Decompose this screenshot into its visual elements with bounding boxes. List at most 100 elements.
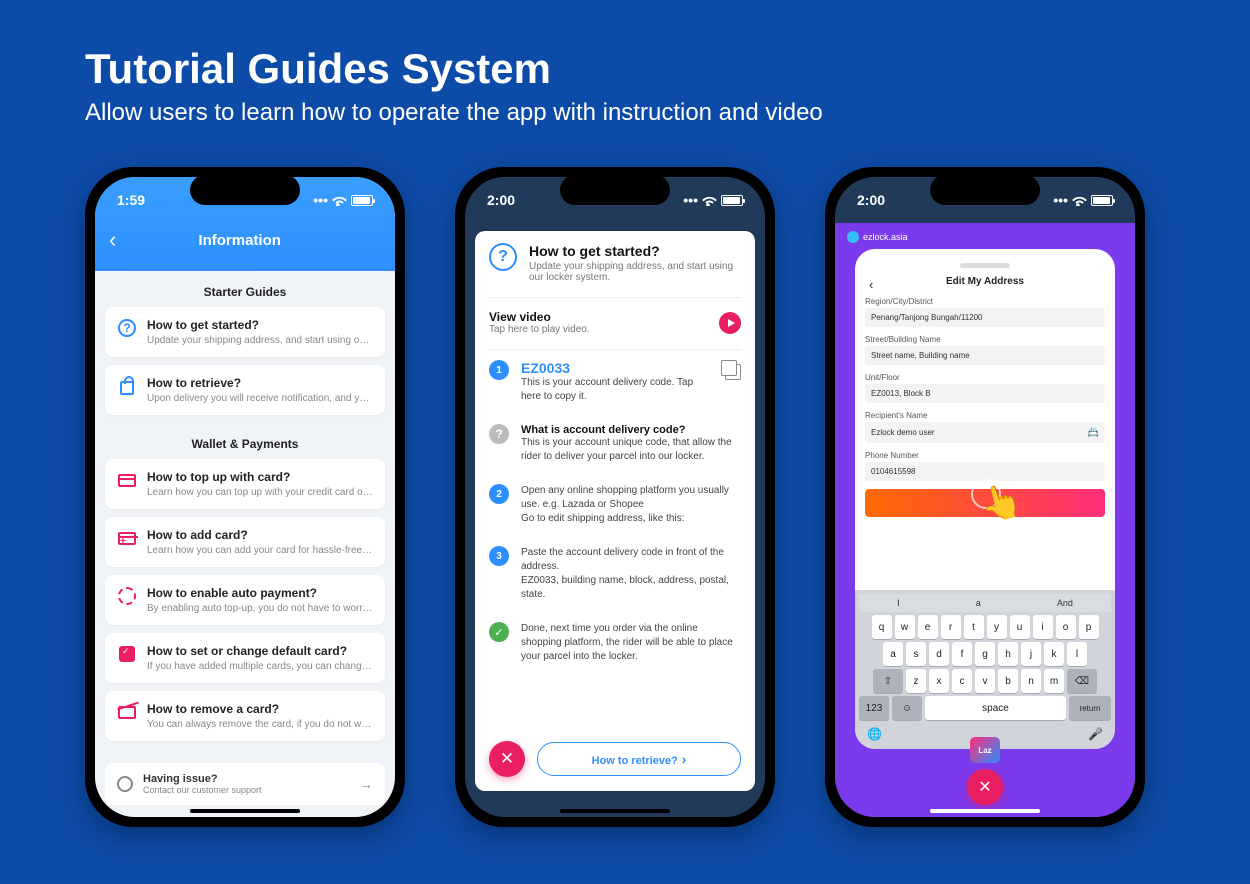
suggestion[interactable]: a — [976, 598, 981, 608]
footer-desc: Contact our customer support — [143, 785, 349, 795]
step-2: 2 Open any online shopping platform you … — [489, 474, 741, 536]
key-r[interactable]: r — [941, 615, 961, 639]
keyboard-row: 123 ☺ space return — [859, 696, 1111, 720]
key-f[interactable]: f — [952, 642, 972, 666]
key-v[interactable]: v — [975, 669, 995, 693]
info-what-is-code: ? What is account delivery code? This is… — [489, 414, 741, 474]
emoji-key[interactable]: ☺ — [892, 696, 922, 720]
field-label: Unit/Floor — [865, 373, 1105, 382]
name-field[interactable]: Ezlock demo user📇 — [865, 422, 1105, 443]
key-n[interactable]: n — [1021, 669, 1041, 693]
cellular-icon — [313, 192, 328, 208]
key-w[interactable]: w — [895, 615, 915, 639]
step-3: 3 Paste the account delivery code in fro… — [489, 536, 741, 612]
copy-icon[interactable] — [725, 364, 741, 380]
key-i[interactable]: i — [1033, 615, 1053, 639]
submit-button[interactable]: 👆 — [865, 489, 1105, 517]
contacts-icon[interactable]: 📇 — [1088, 427, 1099, 438]
guide-remove-card[interactable]: How to remove a card?You can always remo… — [105, 691, 385, 741]
brand-label: ezlock.asia — [841, 229, 1129, 245]
question-icon: ? — [489, 424, 509, 444]
card-desc: Learn how you can add your card for hass… — [147, 545, 373, 556]
key-h[interactable]: h — [998, 642, 1018, 666]
keyboard-row: asdfghjkl — [859, 642, 1111, 666]
key-j[interactable]: j — [1021, 642, 1041, 666]
key-c[interactable]: c — [952, 669, 972, 693]
guide-auto-payment[interactable]: How to enable auto payment?By enabling a… — [105, 575, 385, 625]
step-text: Open any online shopping platform you us… — [521, 484, 741, 526]
back-button[interactable]: ‹ — [109, 227, 116, 253]
screen-title: Information — [116, 232, 363, 249]
return-key[interactable]: return — [1069, 696, 1111, 720]
key-s[interactable]: s — [906, 642, 926, 666]
card-desc: By enabling auto top-up, you do not have… — [147, 603, 373, 614]
step-text: Paste the account delivery code in front… — [521, 546, 741, 602]
key-q[interactable]: q — [872, 615, 892, 639]
region-field[interactable]: Penang/Tanjong Bungah/11200 — [865, 308, 1105, 327]
close-button[interactable] — [967, 769, 1003, 805]
card-title: How to remove a card? — [147, 702, 373, 716]
video-title: View video — [489, 310, 590, 324]
key-z[interactable]: z — [906, 669, 926, 693]
close-button[interactable] — [489, 741, 525, 777]
key-d[interactable]: d — [929, 642, 949, 666]
suggestion[interactable]: I — [897, 598, 900, 608]
view-video-row[interactable]: View video Tap here to play video. — [489, 298, 741, 350]
suggestion[interactable]: And — [1057, 598, 1073, 608]
key-t[interactable]: t — [964, 615, 984, 639]
step-number-icon: 3 — [489, 546, 509, 566]
backspace-key[interactable]: ⌫ — [1067, 669, 1097, 693]
phone-tutorial-detail: 2:00 ? How to get started? Update your s… — [455, 167, 775, 827]
step-done: ✓ Done, next time you order via the onli… — [489, 612, 741, 674]
key-g[interactable]: g — [975, 642, 995, 666]
field-label: Street/Building Name — [865, 335, 1105, 344]
info-desc: This is your account unique code, that a… — [521, 436, 741, 464]
card-desc: Learn how you can top up with your credi… — [147, 487, 373, 498]
card-desc: If you have added multiple cards, you ca… — [147, 661, 373, 672]
field-label: Recipient's Name — [865, 411, 1105, 420]
key-o[interactable]: o — [1056, 615, 1076, 639]
wifi-icon — [1072, 195, 1087, 206]
status-time: 2:00 — [487, 192, 515, 208]
key-k[interactable]: k — [1044, 642, 1064, 666]
key-u[interactable]: u — [1010, 615, 1030, 639]
guide-default-card[interactable]: How to set or change default card?If you… — [105, 633, 385, 683]
inner-back-button[interactable]: ‹ — [869, 277, 873, 292]
battery-icon — [351, 195, 373, 206]
keyboard-row: ⇧ zxcvbnm ⌫ — [859, 669, 1111, 693]
numbers-key[interactable]: 123 — [859, 696, 889, 720]
play-icon[interactable] — [719, 312, 741, 334]
key-y[interactable]: y — [987, 615, 1007, 639]
home-indicator — [190, 809, 300, 813]
step-text: This is your account delivery code. Tap … — [521, 376, 713, 404]
shift-key[interactable]: ⇧ — [873, 669, 903, 693]
check-icon — [119, 646, 135, 662]
support-footer[interactable]: Having issue? Contact our customer suppo… — [105, 763, 385, 805]
key-l[interactable]: l — [1067, 642, 1087, 666]
demo-inner-phone: ‹ Edit My Address Region/City/DistrictPe… — [855, 249, 1115, 749]
key-a[interactable]: a — [883, 642, 903, 666]
unit-field[interactable]: EZ0013, Block B — [865, 384, 1105, 403]
guide-add-card[interactable]: How to add card?Learn how you can add yo… — [105, 517, 385, 567]
guide-topup[interactable]: How to top up with card?Learn how you ca… — [105, 459, 385, 509]
globe-icon[interactable]: 🌐 — [867, 727, 882, 741]
home-indicator — [930, 809, 1040, 813]
arrow-right-icon: → — [359, 776, 373, 792]
key-x[interactable]: x — [929, 669, 949, 693]
space-key[interactable]: space — [925, 696, 1066, 720]
keyboard-suggestions[interactable]: I a And — [859, 594, 1111, 612]
street-field[interactable]: Street name, Building name — [865, 346, 1105, 365]
key-b[interactable]: b — [998, 669, 1018, 693]
notch — [930, 175, 1040, 205]
step-number-icon: 1 — [489, 360, 509, 380]
next-tutorial-button[interactable]: How to retrieve? — [537, 742, 741, 776]
key-p[interactable]: p — [1079, 615, 1099, 639]
key-m[interactable]: m — [1044, 669, 1064, 693]
key-e[interactable]: e — [918, 615, 938, 639]
guide-retrieve[interactable]: How to retrieve?Upon delivery you will r… — [105, 365, 385, 415]
mic-icon[interactable]: 🎤 — [1088, 727, 1103, 741]
step-1[interactable]: 1 EZ0033 This is your account delivery c… — [489, 350, 741, 414]
guide-get-started[interactable]: ? How to get started?Update your shippin… — [105, 307, 385, 357]
notch — [190, 175, 300, 205]
phone-information: 1:59 ‹ Information Starter Guides ? How … — [85, 167, 405, 827]
